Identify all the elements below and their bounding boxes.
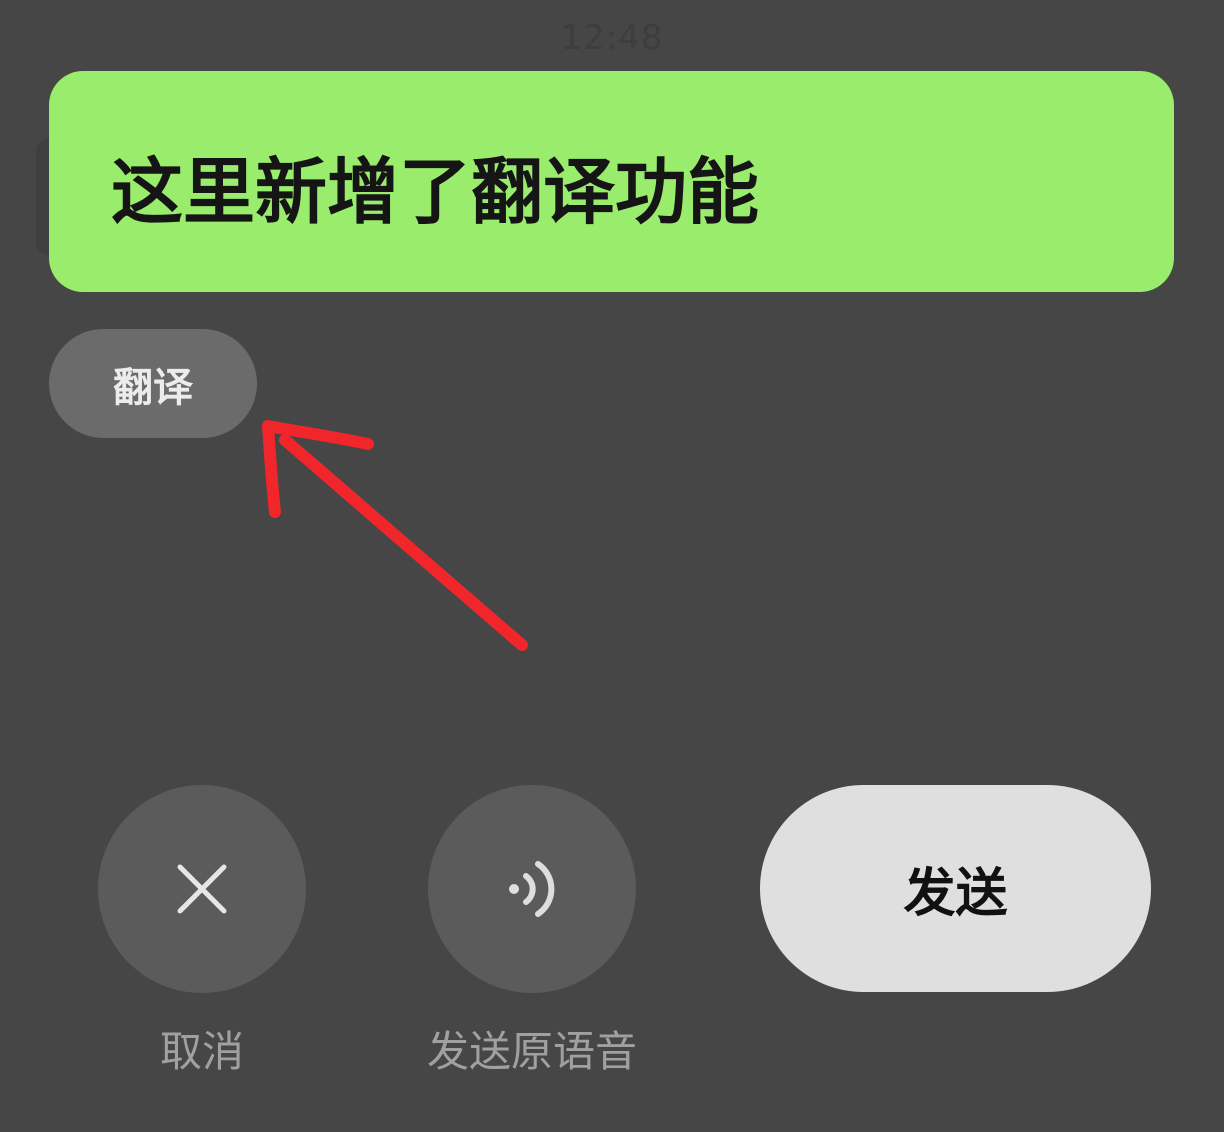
feature-tooltip: 这里新增了翻译功能 — [49, 71, 1174, 292]
translate-button[interactable]: 翻译 — [49, 329, 257, 438]
close-icon — [177, 864, 227, 914]
cancel-button[interactable] — [98, 785, 306, 993]
tooltip-text: 这里新增了翻译功能 — [111, 150, 760, 234]
send-original-voice-label: 发送原语音 — [426, 1027, 637, 1076]
send-original-voice-button[interactable] — [428, 785, 636, 993]
sound-wave-icon — [509, 861, 555, 917]
cancel-label: 取消 — [159, 1027, 244, 1076]
status-time: 12:48 — [560, 18, 664, 58]
send-button[interactable]: 发送 — [760, 785, 1151, 992]
